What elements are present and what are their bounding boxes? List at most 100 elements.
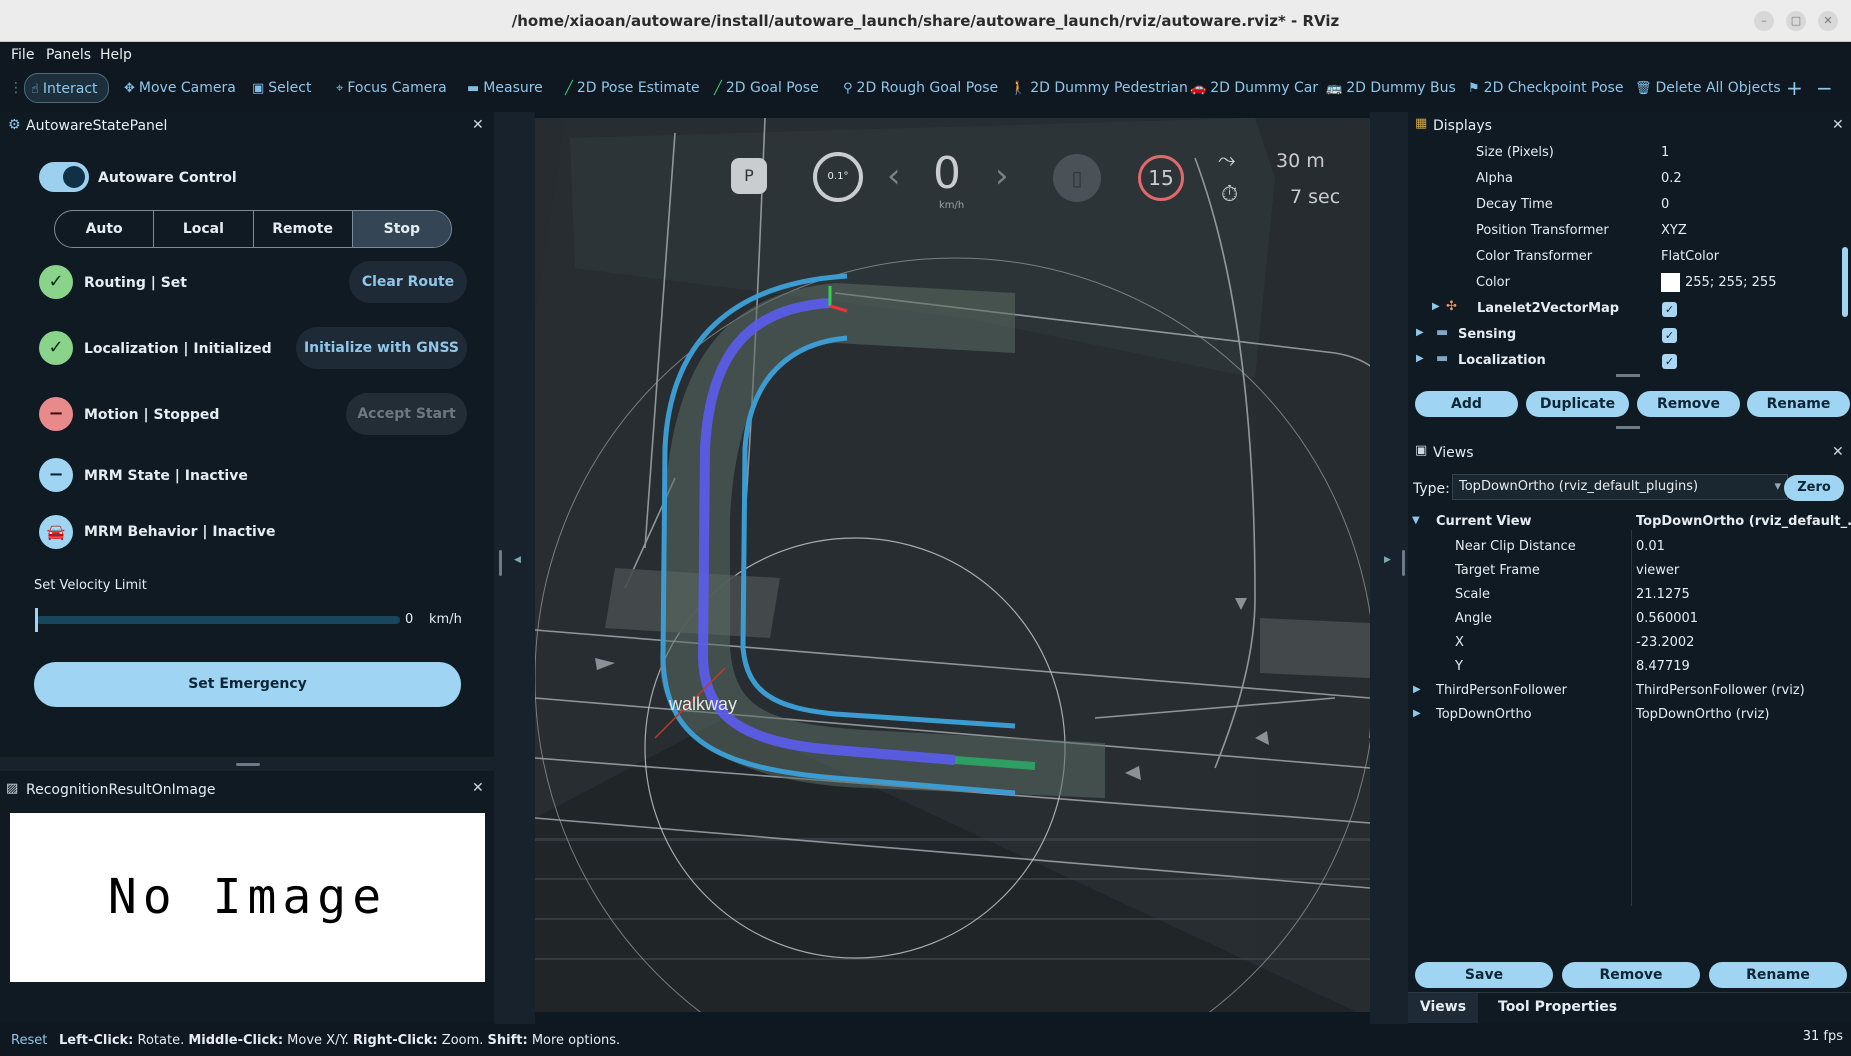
mode-auto[interactable]: Auto bbox=[55, 211, 155, 247]
prop-color-value[interactable]: 255; 255; 255 bbox=[1685, 275, 1776, 290]
remove-display-button[interactable]: Remove bbox=[1637, 391, 1740, 417]
tool-label: Delete All Objects bbox=[1655, 80, 1781, 96]
view-type-value: TopDownOrtho (rviz_default_plugins) bbox=[1459, 479, 1699, 494]
horizontal-splitter[interactable] bbox=[0, 757, 494, 771]
vertical-splitter-left[interactable]: ◀ bbox=[494, 112, 535, 1024]
prop-color-key: Color bbox=[1476, 275, 1510, 290]
tool-interact[interactable]: ☝ Interact bbox=[24, 73, 109, 103]
lanelet-checkbox[interactable]: ✓ bbox=[1662, 302, 1677, 317]
saved-view-topdown[interactable]: TopDownOrtho bbox=[1436, 707, 1532, 722]
target-frame-key: Target Frame bbox=[1455, 563, 1540, 578]
chevron-down-icon: ▾ bbox=[1774, 479, 1781, 494]
tool-2d-checkpoint-pose[interactable]: ⚑ 2D Checkpoint Pose bbox=[1468, 73, 1623, 103]
image-icon: ▨ bbox=[6, 781, 19, 796]
x-value[interactable]: -23.2002 bbox=[1636, 635, 1694, 650]
reset-button[interactable]: Reset bbox=[11, 1033, 47, 1048]
tool-move-camera[interactable]: ✥ Move Camera bbox=[124, 73, 236, 103]
duplicate-display-button[interactable]: Duplicate bbox=[1526, 391, 1629, 417]
expand-arrow-icon[interactable]: ▶ bbox=[1413, 708, 1421, 719]
splitter-handle bbox=[236, 763, 260, 766]
autoware-control-toggle[interactable] bbox=[39, 162, 89, 192]
prop-size-value[interactable]: 1 bbox=[1661, 145, 1669, 160]
remove-view-button[interactable]: Remove bbox=[1562, 962, 1700, 988]
expand-arrow-icon[interactable]: ▶ bbox=[1432, 301, 1440, 312]
expand-arrow-icon[interactable]: ▶ bbox=[1416, 327, 1424, 338]
y-value[interactable]: 8.47719 bbox=[1636, 659, 1690, 674]
scale-value[interactable]: 21.1275 bbox=[1636, 587, 1690, 602]
select-icon: ▣ bbox=[252, 81, 265, 96]
sensing-checkbox[interactable]: ✓ bbox=[1662, 328, 1677, 343]
near-clip-value[interactable]: 0.01 bbox=[1636, 539, 1665, 554]
rename-view-button[interactable]: Rename bbox=[1709, 962, 1847, 988]
display-sensing[interactable]: Sensing bbox=[1458, 327, 1516, 342]
prop-position-value[interactable]: XYZ bbox=[1661, 223, 1687, 238]
tool-2d-goal-pose[interactable]: ╱ 2D Goal Pose bbox=[714, 73, 819, 103]
vehicle-icon: 🚘 bbox=[39, 515, 73, 549]
mode-stop[interactable]: Stop bbox=[352, 211, 451, 247]
routing-status: Routing | Set bbox=[84, 275, 187, 291]
3d-viewport[interactable]: walkway P 0.1° ‹ 0 km/h › ▯ 15 ⤳ ⏱ 30 m … bbox=[535, 118, 1370, 1012]
tab-views[interactable]: Views bbox=[1408, 993, 1478, 1023]
collapse-left-icon[interactable]: ◀ bbox=[514, 555, 521, 565]
vertical-splitter-right[interactable]: ▶ bbox=[1370, 112, 1408, 1024]
localization-checkbox[interactable]: ✓ bbox=[1662, 354, 1677, 369]
prop-position-key: Position Transformer bbox=[1476, 223, 1609, 238]
menu-help[interactable]: Help bbox=[100, 47, 132, 63]
tab-tool-properties[interactable]: Tool Properties bbox=[1498, 993, 1617, 1023]
tool-2d-pose-estimate[interactable]: ╱ 2D Pose Estimate bbox=[565, 73, 700, 103]
tool-2d-dummy-bus[interactable]: 🚌 2D Dummy Bus bbox=[1326, 73, 1456, 103]
tool-2d-rough-goal-pose[interactable]: ⚲ 2D Rough Goal Pose bbox=[843, 73, 998, 103]
velocity-slider-handle[interactable] bbox=[35, 608, 38, 632]
add-display-button[interactable]: Add bbox=[1415, 391, 1518, 417]
menu-file[interactable]: File bbox=[11, 47, 34, 63]
close-window-icon[interactable]: ✕ bbox=[1818, 11, 1838, 31]
target-frame-value[interactable]: viewer bbox=[1636, 563, 1679, 578]
displays-scrollbar[interactable] bbox=[1842, 247, 1848, 317]
angle-value[interactable]: 0.560001 bbox=[1636, 611, 1698, 626]
route-icon: ⤳ bbox=[1218, 148, 1236, 173]
display-lanelet2-map[interactable]: Lanelet2VectorMap bbox=[1477, 301, 1619, 316]
add-tool-icon[interactable]: + bbox=[1786, 73, 1803, 103]
prop-alpha-value[interactable]: 0.2 bbox=[1661, 171, 1682, 186]
accept-start-button[interactable]: Accept Start bbox=[346, 393, 467, 435]
view-type-dropdown[interactable]: TopDownOrtho (rviz_default_plugins) ▾ bbox=[1452, 474, 1788, 500]
saved-view-thirdperson[interactable]: ThirdPersonFollower bbox=[1436, 683, 1567, 698]
zero-button[interactable]: Zero bbox=[1784, 475, 1844, 501]
close-displays-icon[interactable]: ✕ bbox=[1832, 117, 1844, 133]
prop-color-transformer-value[interactable]: FlatColor bbox=[1661, 249, 1719, 264]
close-panel-icon[interactable]: ✕ bbox=[472, 117, 484, 133]
close-views-icon[interactable]: ✕ bbox=[1832, 444, 1844, 460]
expand-arrow-icon[interactable]: ▶ bbox=[1416, 353, 1424, 364]
clear-route-button[interactable]: Clear Route bbox=[349, 261, 467, 303]
collapse-arrow-icon[interactable]: ▼ bbox=[1412, 515, 1420, 526]
tool-2d-dummy-pedestrian[interactable]: 🚶 2D Dummy Pedestrian bbox=[1010, 73, 1188, 103]
prop-decay-value[interactable]: 0 bbox=[1661, 197, 1669, 212]
expand-arrow-icon[interactable]: ▶ bbox=[1413, 684, 1421, 695]
save-view-button[interactable]: Save bbox=[1415, 962, 1553, 988]
display-localization[interactable]: Localization bbox=[1458, 353, 1546, 368]
tool-select[interactable]: ▣ Select bbox=[252, 73, 312, 103]
collapse-right-icon[interactable]: ▶ bbox=[1384, 555, 1391, 565]
mode-remote[interactable]: Remote bbox=[254, 211, 353, 247]
tool-label: 2D Dummy Bus bbox=[1346, 80, 1456, 96]
initialize-gnss-button[interactable]: Initialize with GNSS bbox=[296, 327, 467, 369]
set-emergency-button[interactable]: Set Emergency bbox=[34, 662, 461, 707]
tool-label: 2D Pose Estimate bbox=[576, 80, 700, 96]
menu-panels[interactable]: Panels bbox=[46, 47, 91, 63]
color-swatch[interactable] bbox=[1661, 273, 1680, 292]
close-panel-icon[interactable]: ✕ bbox=[472, 780, 484, 796]
maximize-icon[interactable]: □ bbox=[1786, 11, 1806, 31]
rename-display-button[interactable]: Rename bbox=[1747, 391, 1850, 417]
minimize-icon[interactable]: – bbox=[1754, 11, 1774, 31]
remove-tool-icon[interactable]: − bbox=[1816, 73, 1833, 103]
steering-wheel-icon: 0.1° bbox=[813, 152, 863, 202]
tool-label: Move Camera bbox=[138, 80, 236, 96]
tool-focus-camera[interactable]: ⌖ Focus Camera bbox=[336, 73, 447, 103]
velocity-slider[interactable] bbox=[35, 608, 400, 632]
mode-local[interactable]: Local bbox=[154, 211, 254, 247]
tools-toolbar: ⋮ ☝ Interact ✥ Move Camera ▣ Select ⌖ Focus … bbox=[0, 69, 1851, 109]
tool-delete-all-objects[interactable]: 🗑 Delete All Objects bbox=[1635, 73, 1781, 103]
tool-measure[interactable]: ▬ Measure bbox=[467, 73, 543, 103]
tool-2d-dummy-car[interactable]: 🚗 2D Dummy Car bbox=[1190, 73, 1318, 103]
folder-icon: ▬ bbox=[1436, 351, 1449, 366]
